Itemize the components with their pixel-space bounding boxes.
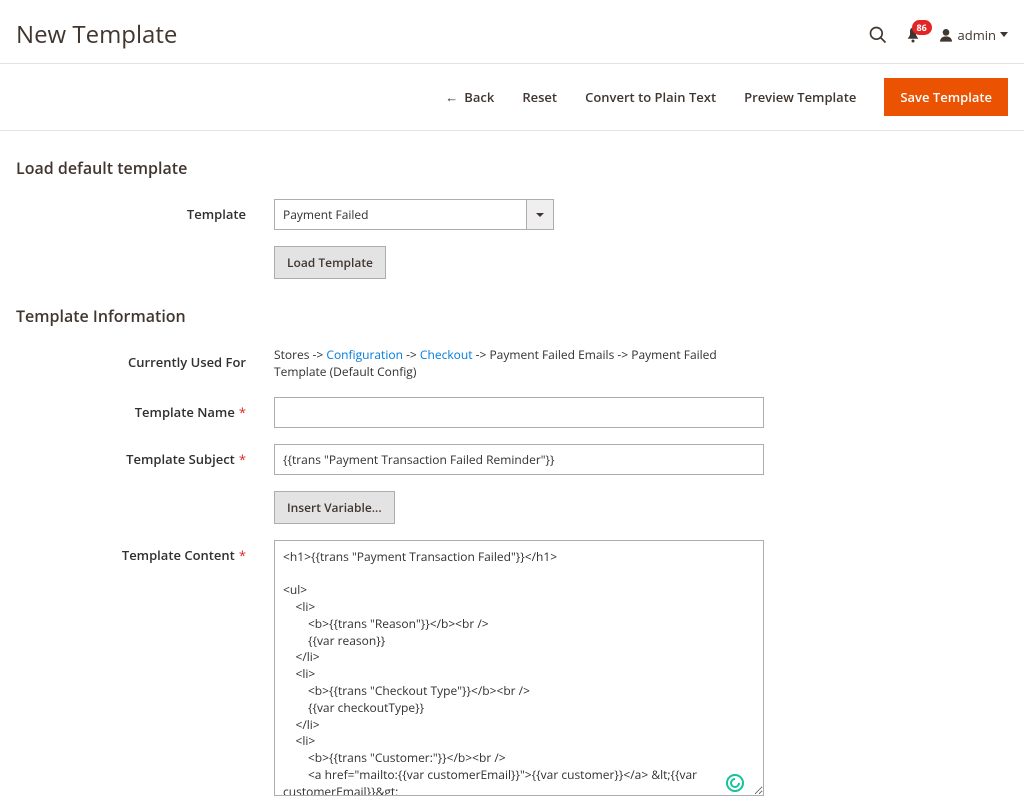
page-header: New Template 86 admin <box>0 0 1024 63</box>
save-template-button[interactable]: Save Template <box>884 78 1008 116</box>
template-select-value: Payment Failed <box>274 199 526 230</box>
convert-plaintext-button[interactable]: Convert to Plain Text <box>585 88 716 106</box>
search-icon[interactable] <box>868 25 888 45</box>
back-button[interactable]: ← Back <box>445 88 494 106</box>
link-checkout[interactable]: Checkout <box>420 346 473 363</box>
insert-variable-button[interactable]: Insert Variable... <box>274 491 395 524</box>
section-title-template-info: Template Information <box>16 305 1008 327</box>
label-template: Template <box>16 199 274 223</box>
label-template-content: Template Content <box>16 540 274 564</box>
template-info-section: Template Information Currently Used For … <box>0 305 1024 800</box>
template-select-toggle[interactable] <box>526 199 554 230</box>
template-select[interactable]: Payment Failed <box>274 199 554 230</box>
preview-template-button[interactable]: Preview Template <box>744 88 856 106</box>
grammarly-icon[interactable] <box>726 774 744 792</box>
admin-user-menu[interactable]: admin <box>938 26 1008 44</box>
load-template-button[interactable]: Load Template <box>274 246 386 279</box>
chevron-down-icon <box>536 213 544 217</box>
label-currently-used-for: Currently Used For <box>16 347 274 371</box>
action-toolbar: ← Back Reset Convert to Plain Text Previ… <box>0 63 1024 131</box>
template-content-textarea[interactable] <box>274 540 764 796</box>
currently-used-for-value: Stores -> Configuration -> Checkout -> P… <box>274 347 764 381</box>
template-subject-input[interactable] <box>274 444 764 475</box>
page-title: New Template <box>16 18 177 51</box>
link-configuration[interactable]: Configuration <box>326 346 403 363</box>
label-template-subject: Template Subject <box>16 444 274 468</box>
notifications-icon[interactable]: 86 <box>904 26 922 44</box>
label-template-name: Template Name <box>16 397 274 421</box>
section-title-load-default: Load default template <box>16 157 1008 179</box>
load-default-section: Load default template Template Payment F… <box>0 157 1024 279</box>
arrow-left-icon: ← <box>445 88 458 106</box>
reset-button[interactable]: Reset <box>522 88 557 106</box>
admin-user-label: admin <box>958 26 996 44</box>
notification-badge: 86 <box>912 20 932 35</box>
header-actions: 86 admin <box>868 25 1008 45</box>
user-icon <box>938 27 954 43</box>
back-label: Back <box>464 88 494 106</box>
chevron-down-icon <box>1000 32 1008 37</box>
template-name-input[interactable] <box>274 397 764 428</box>
